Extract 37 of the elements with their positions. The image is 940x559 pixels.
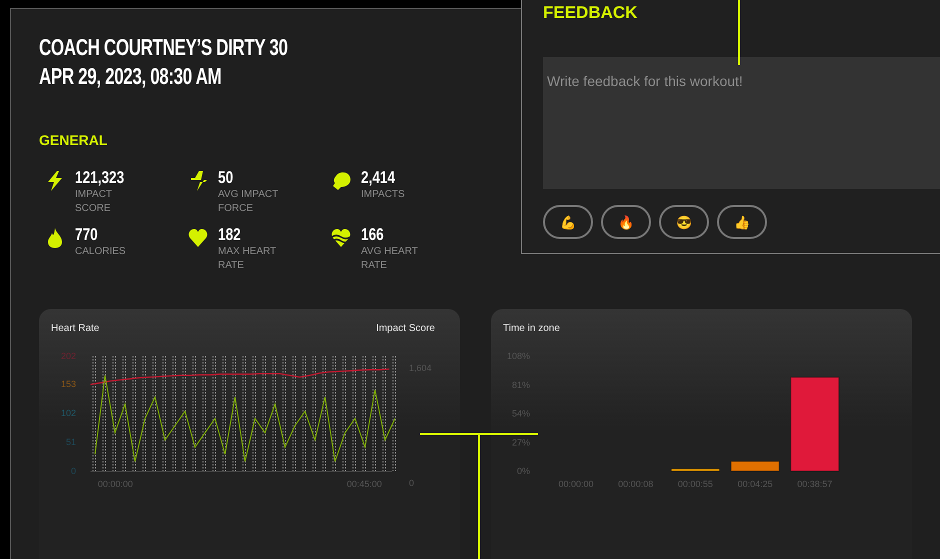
stat-label: AVG HEART RATE xyxy=(361,245,419,273)
guide-line xyxy=(738,0,740,65)
stat-value: 166 xyxy=(361,225,384,245)
lightning-icon xyxy=(45,170,65,192)
feedback-field[interactable]: Write feedback for this workout! xyxy=(543,57,940,189)
stat-label: MAX HEART RATE xyxy=(218,245,277,273)
chart-title: Impact Score xyxy=(376,323,435,334)
axis-tick-label: 102 xyxy=(60,408,76,418)
workout-date: APR 29, 2023, 08:30 AM xyxy=(39,62,222,91)
reaction-button[interactable]: 💪 xyxy=(543,205,593,239)
heart-icon xyxy=(188,227,208,249)
stat-label: IMPACT SCORE xyxy=(75,188,113,216)
lightning-lines-icon xyxy=(188,170,208,192)
stat-label: AVG IMPACT FORCE xyxy=(218,188,280,216)
stat-value: 182 xyxy=(218,225,241,245)
workout-title: COACH COURTNEY’S DIRTY 30 xyxy=(39,33,288,62)
stat-value: 770 xyxy=(75,225,98,245)
chart-title: Time in zone xyxy=(503,323,560,334)
axis-tick-label: 202 xyxy=(60,351,76,361)
section-heading: GENERAL xyxy=(39,132,108,148)
zone-bar xyxy=(670,468,720,472)
axis-tick-label: 51 xyxy=(66,436,76,447)
flame-icon xyxy=(45,227,65,249)
reaction-button[interactable]: 🔥 xyxy=(601,205,651,239)
section-heading: FEEDBACK xyxy=(543,3,638,23)
axis-tick-label: 0 xyxy=(70,466,76,476)
axis-tick-label: 153 xyxy=(60,378,76,389)
stat-value: 2,414 xyxy=(361,168,396,188)
chart-title: Heart Rate xyxy=(51,323,100,334)
reaction-button[interactable]: 👍 xyxy=(717,205,767,239)
reaction-button[interactable]: 😎 xyxy=(659,205,709,239)
stat-label: IMPACTS xyxy=(361,188,406,202)
zone-bar xyxy=(730,460,780,472)
stat-label: CALORIES xyxy=(75,245,127,259)
stat-value: 121,323 xyxy=(75,168,124,188)
stat-value: 50 xyxy=(218,168,234,188)
heart-wave-icon xyxy=(331,227,351,249)
